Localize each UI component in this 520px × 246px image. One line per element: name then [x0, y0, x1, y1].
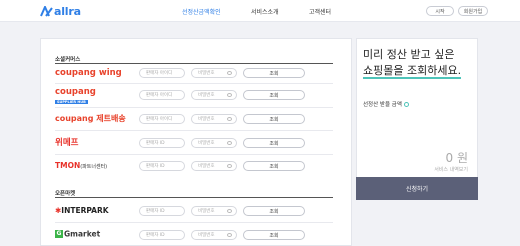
lookup-button[interactable]: 조회	[243, 206, 305, 216]
seller-id-input[interactable]: 판매자 아이디	[139, 114, 185, 124]
headline-line-1: 미리 정산 받고 싶은	[363, 48, 455, 61]
seller-id-input[interactable]: 판매자 아이디	[139, 90, 185, 100]
brand-label: coupang wing	[55, 68, 122, 78]
eye-icon[interactable]	[227, 117, 232, 121]
seller-id-input[interactable]: 판매자 ID	[139, 138, 185, 148]
open-market-title: 오픈마켓	[55, 191, 76, 197]
password-placeholder: 비밀번호	[198, 209, 215, 214]
lookup-button[interactable]: 조회	[243, 68, 305, 78]
row-divider	[55, 107, 333, 108]
lookup-button[interactable]: 조회	[243, 161, 305, 171]
nav-item-customer-center[interactable]: 고객센터	[309, 7, 331, 16]
lookup-button[interactable]: 조회	[243, 138, 305, 148]
allra-logo-icon	[40, 5, 53, 17]
password-input[interactable]: 비밀번호	[191, 138, 237, 148]
brand-label: TMON	[55, 161, 81, 170]
brand-label: coupang 제트배송	[55, 114, 126, 123]
settlement-summary-card: 미리 정산 받고 싶은 쇼핑몰을 조회하세요. 선정산 받을 금액 0 원 서비…	[356, 38, 478, 200]
help-icon[interactable]	[403, 102, 409, 107]
section-divider	[55, 197, 333, 198]
password-input[interactable]: 비밀번호	[191, 230, 237, 240]
brand-label: INTERPARK	[61, 206, 109, 215]
eye-icon[interactable]	[227, 233, 232, 237]
coupang-supplier-hub-logo: coupang SUPPLIER HUB	[55, 88, 96, 106]
nav-item-check-amount[interactable]: 선정산금액확인	[182, 7, 221, 16]
service-history-link[interactable]: 서비스 내역보기	[434, 166, 468, 173]
row-divider	[55, 130, 333, 131]
signup-button[interactable]: 회원가입	[458, 6, 488, 16]
eye-icon[interactable]	[227, 164, 232, 168]
brand-label: Gmarket	[64, 229, 101, 239]
password-input[interactable]: 비밀번호	[191, 206, 237, 216]
seller-id-input[interactable]: 판매자 ID	[139, 161, 185, 171]
tmon-logo: TMON(파트너센터)	[55, 161, 107, 170]
brand-suffix: (파트너센터)	[80, 164, 108, 170]
gmarket-g-icon: G	[55, 230, 63, 238]
password-input[interactable]: 비밀번호	[191, 68, 237, 78]
amount-label: 선정산 받을 금액	[363, 100, 409, 108]
password-placeholder: 비밀번호	[198, 71, 215, 76]
password-placeholder: 비밀번호	[198, 164, 215, 169]
mall-login-panel: 소셜커머스 coupang wing 판매자 아이디 비밀번호 조회 coupa…	[40, 38, 352, 246]
password-input[interactable]: 비밀번호	[191, 114, 237, 124]
social-commerce-title: 소셜커머스	[55, 57, 81, 63]
password-placeholder: 비밀번호	[198, 233, 215, 238]
apply-button[interactable]: 신청하기	[356, 177, 478, 200]
password-placeholder: 비밀번호	[198, 93, 215, 98]
coupang-wing-logo: coupang wing	[55, 68, 122, 78]
logo-wordmark: allra	[54, 4, 81, 18]
password-placeholder: 비밀번호	[198, 141, 215, 146]
brand-label: 위메프	[55, 138, 79, 148]
seller-id-input[interactable]: 판매자 ID	[139, 230, 185, 240]
settlement-amount: 0 원	[445, 151, 469, 165]
password-input[interactable]: 비밀번호	[191, 90, 237, 100]
password-input[interactable]: 비밀번호	[191, 161, 237, 171]
eye-icon[interactable]	[227, 71, 232, 75]
amount-label-text: 선정산 받을 금액	[363, 102, 402, 108]
login-button[interactable]: 시작	[426, 6, 454, 16]
summary-headline: 미리 정산 받고 싶은 쇼핑몰을 조회하세요.	[363, 47, 462, 79]
row-divider	[55, 154, 333, 155]
eye-icon[interactable]	[227, 141, 232, 145]
wemakeprice-logo: 위메프	[55, 136, 78, 148]
lookup-button[interactable]: 조회	[243, 230, 305, 240]
allra-logo[interactable]: allra	[40, 4, 81, 18]
row-divider	[55, 222, 333, 223]
eye-icon[interactable]	[227, 209, 232, 213]
headline-line-2: 쇼핑몰을 조회하세요.	[363, 64, 462, 79]
password-placeholder: 비밀번호	[198, 117, 215, 122]
seller-id-input[interactable]: 판매자 ID	[139, 206, 185, 216]
coupang-jet-delivery-logo: coupang 제트배송	[55, 113, 126, 124]
eye-icon[interactable]	[227, 93, 232, 97]
top-navigation-bar: allra 선정산금액확인 서비스소개 고객센터 시작 회원가입	[0, 0, 520, 22]
row-divider	[55, 83, 333, 84]
seller-id-input[interactable]: 판매자 아이디	[139, 68, 185, 78]
brand-label: coupang	[55, 87, 96, 97]
interpark-logo: ✱INTERPARK	[55, 206, 109, 215]
lookup-button[interactable]: 조회	[243, 90, 305, 100]
lookup-button[interactable]: 조회	[243, 114, 305, 124]
nav-item-service-intro[interactable]: 서비스소개	[251, 7, 279, 16]
brand-sub-badge: SUPPLIER HUB	[55, 100, 88, 104]
gmarket-logo: G Gmarket	[55, 229, 100, 239]
section-divider	[55, 63, 333, 64]
